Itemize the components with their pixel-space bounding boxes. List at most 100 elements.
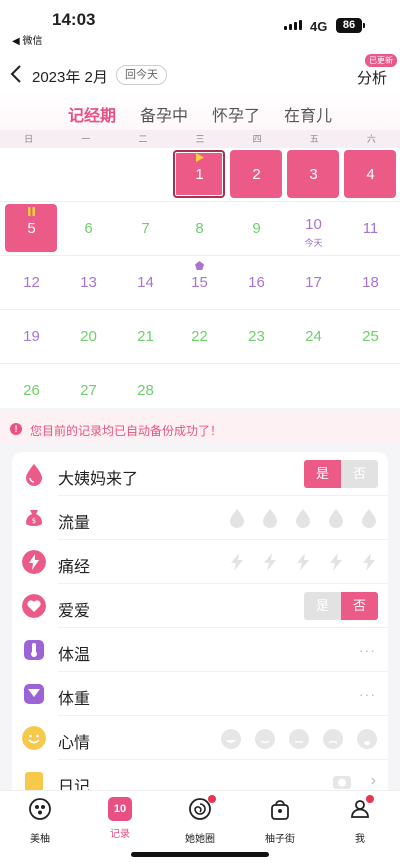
more-icon[interactable]: ··· (359, 642, 376, 658)
weekday-label: 六 (366, 134, 376, 144)
lightning-icon[interactable] (261, 552, 279, 572)
calendar-day-9[interactable]: 9 (228, 202, 285, 256)
calendar-day-3[interactable]: 3 (285, 148, 342, 202)
sad-face-icon[interactable] (322, 728, 344, 750)
record-row-cramps: 痛经 (12, 540, 388, 584)
heart-icon (22, 594, 46, 618)
lightning-icon[interactable] (327, 552, 345, 572)
calendar-day-25[interactable]: 25 (342, 310, 399, 364)
notification-dot (208, 795, 216, 803)
calendar-grid: 1 2 3 4 5 6 7 8 9 10 今天 11 12 13 14 15 1… (0, 148, 400, 408)
backup-notice: ! 您目前的记录均已自动备份成功了！ (0, 414, 400, 442)
more-icon[interactable]: ··· (359, 686, 376, 702)
calendar-day-15[interactable]: 15 (171, 256, 228, 310)
drop-icon[interactable] (360, 508, 378, 528)
neutral-face-icon[interactable] (288, 728, 310, 750)
drop-icon[interactable] (294, 508, 312, 528)
calendar-day-16[interactable]: 16 (228, 256, 285, 310)
laughing-face-icon[interactable] (220, 728, 242, 750)
calendar-week: 1 2 3 4 (0, 148, 400, 202)
period-start-flag-icon (196, 153, 204, 162)
lightning-icon (22, 550, 46, 574)
drop-icon[interactable] (228, 508, 246, 528)
calendar-day-26[interactable]: 26 (3, 364, 60, 418)
tab-record[interactable]: 10 记录 (80, 797, 160, 840)
calendar-day-19[interactable]: 19 (3, 310, 60, 364)
calendar-day-12[interactable]: 12 (3, 256, 60, 310)
daily-record-panel: 大姨妈来了 是 否 $ 流量 痛经 爱爱 是 否 体温 ··· 体重 ··· 心… (12, 452, 388, 798)
calendar-day-24[interactable]: 24 (285, 310, 342, 364)
tab-meiyou[interactable]: 美柚 (0, 797, 80, 845)
period-yes-button[interactable]: 是 (304, 460, 341, 488)
weekday-label: 二 (138, 134, 148, 144)
tab-shop[interactable]: 柚子街 (240, 797, 320, 845)
calendar-day-21[interactable]: 21 (117, 310, 174, 364)
tab-pregnant[interactable]: 怀孕了 (200, 102, 272, 126)
record-row-temperature[interactable]: 体温 ··· (12, 628, 388, 672)
status-bar: 14:03 ◀ 微信 4G 86 (0, 0, 400, 47)
calendar-day-8[interactable]: 8 (171, 202, 228, 256)
back-to-wechat[interactable]: ◀ 微信 (12, 32, 42, 47)
lightning-icon[interactable] (228, 552, 246, 572)
back-arrow-icon[interactable] (8, 64, 24, 84)
record-row-period: 大姨妈来了 是 否 (12, 452, 388, 496)
lightning-icon[interactable] (294, 552, 312, 572)
drop-icon[interactable] (327, 508, 345, 528)
tab-community[interactable]: 她她圈 (160, 795, 240, 845)
calendar-day-11[interactable]: 11 (342, 202, 399, 256)
tab-me[interactable]: 我 (320, 795, 400, 845)
calendar-day-18[interactable]: 18 (342, 256, 399, 310)
tab-trying[interactable]: 备孕中 (128, 102, 200, 126)
period-no-button[interactable]: 否 (341, 460, 378, 488)
calendar-week: 5 6 7 8 9 10 今天 11 (0, 202, 400, 256)
calendar-day-22[interactable]: 22 (171, 310, 228, 364)
cramps-level-selector (228, 552, 378, 572)
record-row-love: 爱爱 是 否 (12, 584, 388, 628)
calendar-day-1[interactable]: 1 (171, 148, 228, 202)
calendar-day-28[interactable]: 28 (117, 364, 174, 418)
battery-icon: 86 (336, 18, 365, 33)
tab-parenting[interactable]: 在育儿 (272, 102, 344, 126)
calendar-day-20[interactable]: 20 (60, 310, 117, 364)
alert-icon: ! (10, 423, 22, 435)
ovulation-flower-icon (195, 261, 204, 270)
shopping-bag-icon (271, 800, 289, 820)
tab-period[interactable]: 记经期 (56, 102, 128, 132)
meiyou-home-icon (29, 798, 51, 820)
love-no-button[interactable]: 否 (341, 592, 378, 620)
month-title[interactable]: 2023年 2月 (32, 66, 108, 87)
smiling-face-icon[interactable] (254, 728, 276, 750)
calendar-day-2[interactable]: 2 (228, 148, 285, 202)
calendar-day-7[interactable]: 7 (117, 202, 174, 256)
calendar-week: 19 20 21 22 23 24 25 (0, 310, 400, 364)
love-yes-button[interactable]: 是 (304, 592, 341, 620)
calendar-day-14[interactable]: 14 (117, 256, 174, 310)
calendar-day-27[interactable]: 27 (60, 364, 117, 418)
record-label: 心情 (58, 735, 91, 752)
record-row-mood: 心情 (12, 716, 388, 760)
notification-dot (366, 795, 374, 803)
calendar-day-5[interactable]: 5 (3, 202, 60, 256)
calendar-day-13[interactable]: 13 (60, 256, 117, 310)
pause-icon (28, 207, 35, 216)
weekday-label: 三 (195, 134, 205, 144)
calendar-day-10[interactable]: 10 今天 (285, 202, 342, 256)
back-to-today-button[interactable]: 回今天 (116, 65, 167, 85)
lightning-icon[interactable] (360, 552, 378, 572)
chevron-right-icon[interactable]: › (371, 772, 376, 790)
calendar-day-17[interactable]: 17 (285, 256, 342, 310)
period-toggle: 是 否 (304, 460, 378, 488)
record-label: 爱爱 (58, 603, 91, 620)
network-type: 4G (310, 19, 328, 34)
analysis-button[interactable]: 分析 (357, 67, 387, 88)
record-row-weight[interactable]: 体重 ··· (12, 672, 388, 716)
calendar-day-6[interactable]: 6 (60, 202, 117, 256)
crying-face-icon[interactable] (356, 728, 378, 750)
mode-tabs: 记经期 备孕中 怀孕了 在育儿 (0, 102, 400, 132)
calendar-day-23[interactable]: 23 (228, 310, 285, 364)
weekday-label: 五 (309, 134, 319, 144)
camera-icon[interactable] (332, 772, 352, 790)
updated-badge: 已更新 (365, 54, 397, 67)
calendar-day-4[interactable]: 4 (342, 148, 399, 202)
drop-icon[interactable] (261, 508, 279, 528)
